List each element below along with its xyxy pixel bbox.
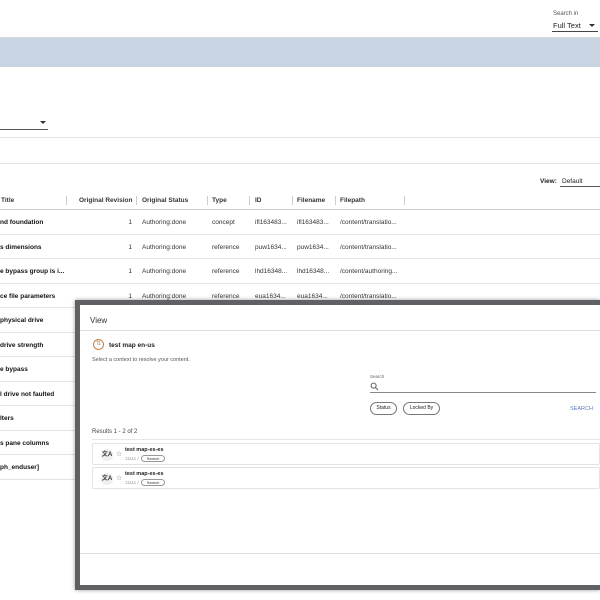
table-row[interactable]: e bypass group is i... 1 Authoring:done … bbox=[0, 259, 600, 284]
result-item[interactable]: 文A ☆ test map-es-es 11111 / Search bbox=[92, 443, 600, 465]
cell-status: Authoring:done bbox=[142, 243, 187, 251]
divider bbox=[80, 330, 600, 331]
column-header-filename[interactable]: Filename bbox=[297, 197, 325, 204]
cell-id: puw1634... bbox=[255, 243, 287, 251]
divider bbox=[0, 163, 600, 164]
chevron-down-icon bbox=[589, 24, 595, 27]
column-separator[interactable] bbox=[404, 196, 405, 205]
star-icon[interactable]: ☆ bbox=[116, 474, 122, 482]
translate-icon: 文A bbox=[101, 473, 113, 485]
column-header-original-revision[interactable]: Original Revision bbox=[79, 197, 132, 204]
result-title: test map-es-es bbox=[125, 447, 164, 453]
column-separator[interactable] bbox=[249, 196, 250, 205]
cell-filepath: /content/translatio... bbox=[340, 292, 397, 300]
cell-type: reference bbox=[212, 243, 240, 251]
column-separator[interactable] bbox=[292, 196, 293, 205]
result-chip[interactable]: Search bbox=[141, 455, 165, 462]
result-path: 11111 / bbox=[125, 480, 139, 485]
map-icon: ⇅ bbox=[93, 339, 104, 350]
cell-id: eua1634... bbox=[255, 292, 286, 300]
cell-revision: 1 bbox=[128, 219, 132, 226]
search-label: Search bbox=[370, 374, 385, 379]
cell-revision: 1 bbox=[128, 268, 132, 275]
result-chip[interactable]: Search bbox=[141, 479, 165, 486]
map-name: test map en-us bbox=[109, 342, 155, 349]
search-in-label: Search in bbox=[553, 11, 579, 17]
table-row[interactable]: nd foundation 1 Authoring:done concept i… bbox=[0, 210, 600, 235]
divider bbox=[0, 137, 600, 138]
toolbar-band bbox=[0, 38, 600, 67]
cell-title: e bypass group is i... bbox=[0, 268, 64, 275]
cell-title: nd foundation bbox=[0, 219, 44, 226]
cell-filename: eua1634... bbox=[297, 292, 328, 300]
results-summary: Results 1 - 2 of 2 bbox=[92, 429, 138, 435]
cell-title: l drive not faulted bbox=[0, 390, 55, 398]
result-title: test map-es-es bbox=[125, 471, 164, 477]
cell-title: ph_enduser] bbox=[0, 464, 40, 471]
translate-icon: 文A bbox=[101, 449, 113, 461]
cell-type: concept bbox=[212, 219, 235, 226]
cell-status: Authoring:done bbox=[142, 292, 187, 300]
cell-filename: ifl163483... bbox=[297, 219, 329, 226]
column-separator[interactable] bbox=[136, 196, 137, 205]
view-select[interactable]: Default bbox=[560, 176, 600, 187]
locked-by-filter-chip[interactable]: Locked By bbox=[403, 402, 440, 415]
column-header-title[interactable]: Title bbox=[1, 197, 14, 204]
result-path: 11111 / bbox=[125, 456, 139, 461]
cell-revision: 1 bbox=[128, 292, 132, 300]
chevron-down-icon bbox=[40, 121, 46, 124]
top-bar: Search in Full Text bbox=[0, 0, 600, 38]
cell-title: physical drive bbox=[0, 317, 44, 324]
column-separator[interactable] bbox=[66, 196, 67, 205]
cell-status: Authoring:done bbox=[142, 268, 187, 275]
column-header-type[interactable]: Type bbox=[212, 197, 227, 204]
table-row[interactable]: s dimensions 1 Authoring:done reference … bbox=[0, 235, 600, 259]
cell-status: Authoring:done bbox=[142, 219, 187, 226]
cell-filepath: /content/translatio... bbox=[340, 243, 397, 251]
cell-filename: lhd16348... bbox=[297, 268, 330, 275]
column-header-original-status[interactable]: Original Status bbox=[142, 197, 188, 204]
column-header-filepath[interactable]: Filepath bbox=[340, 197, 365, 204]
result-item[interactable]: 文A ☆ test map-es-es 11111 / Search bbox=[92, 467, 600, 489]
search-in-value: Full Text bbox=[553, 21, 581, 30]
cell-id: lhd16348... bbox=[255, 268, 288, 275]
table-header: Title Original Revision Original Status … bbox=[0, 192, 600, 210]
cell-title: s pane columns bbox=[0, 439, 50, 447]
cell-filepath: /content/translatio... bbox=[340, 219, 397, 226]
divider bbox=[80, 553, 600, 554]
cell-revision: 1 bbox=[128, 243, 132, 251]
cell-filename: puw1634... bbox=[297, 243, 329, 251]
search-icon bbox=[370, 382, 379, 391]
search-in-select[interactable]: Full Text bbox=[552, 20, 598, 32]
column-separator[interactable] bbox=[207, 196, 208, 205]
divider bbox=[92, 439, 600, 440]
cell-filepath: /content/authoring... bbox=[340, 268, 398, 275]
cell-title: e bypass bbox=[0, 366, 28, 373]
cell-title: s dimensions bbox=[0, 243, 42, 251]
status-filter-chip[interactable]: Status bbox=[370, 402, 397, 415]
view-dialog: View ⇅ test map en-us Select a context t… bbox=[75, 300, 600, 590]
cell-id: ifl163483... bbox=[255, 219, 287, 226]
dialog-title: View bbox=[90, 316, 108, 325]
instruction-text: Select a context to resolve your content… bbox=[92, 357, 190, 363]
search-button[interactable]: SEARCH bbox=[570, 406, 593, 412]
star-icon[interactable]: ☆ bbox=[116, 450, 122, 458]
view-label: View: bbox=[540, 178, 557, 185]
cell-title: lters bbox=[0, 415, 14, 422]
cell-title: ce file parameters bbox=[0, 292, 56, 300]
cell-type: reference bbox=[212, 268, 240, 275]
column-header-id[interactable]: ID bbox=[255, 197, 262, 204]
column-separator[interactable] bbox=[335, 196, 336, 205]
cell-title: drive strength bbox=[0, 341, 44, 349]
search-input[interactable] bbox=[370, 382, 596, 393]
filter-select[interactable] bbox=[0, 116, 48, 130]
cell-type: reference bbox=[212, 292, 240, 300]
